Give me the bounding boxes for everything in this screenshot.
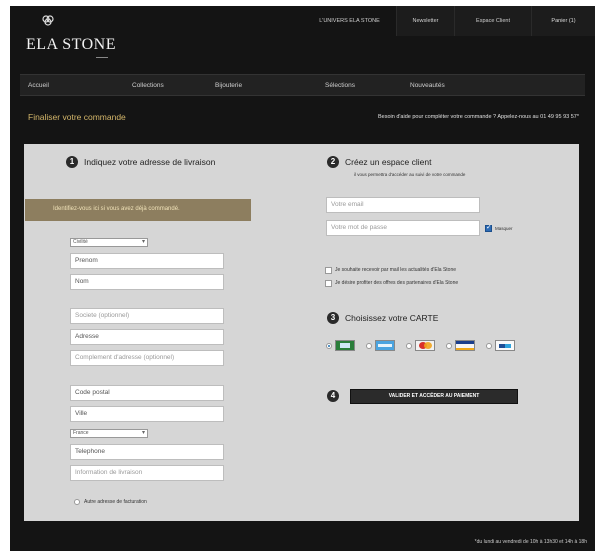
delivery-info-input[interactable]: Information de livraison xyxy=(70,465,224,481)
card-radio-cb[interactable] xyxy=(326,343,332,349)
country-select[interactable]: France xyxy=(70,429,148,438)
step-4-badge: 4 xyxy=(327,390,339,402)
section-2-subtitle: il vous permettra d'accéder au suivi de … xyxy=(354,172,466,177)
password-input[interactable]: Votre mot de passe xyxy=(326,220,480,236)
step-2-badge: 2 xyxy=(327,156,339,168)
card-radio-visa[interactable] xyxy=(446,343,452,349)
company-input[interactable]: Societe (optionnel) xyxy=(70,308,224,324)
nav-selections[interactable]: Sélections xyxy=(325,75,355,97)
identify-bar[interactable]: Identifiez-vous ici si vous avez déjà co… xyxy=(25,199,251,221)
newsletter-checkbox[interactable] xyxy=(325,267,332,274)
step-1-badge: 1 xyxy=(66,156,78,168)
address-input[interactable]: Adresse xyxy=(70,329,224,345)
step-3-badge: 3 xyxy=(327,312,339,324)
cb-card-icon[interactable] xyxy=(335,340,355,351)
top-navigation: L'UNIVERS ELA STONE Newsletter Espace Cl… xyxy=(303,6,595,36)
section-1-title: Indiquez votre adresse de livraison xyxy=(84,157,216,167)
mask-password-checkbox[interactable] xyxy=(485,223,492,232)
main-navigation: Accueil Collections Bijouterie Sélection… xyxy=(20,74,585,96)
identify-link[interactable]: Identifiez-vous ici si vous avez déjà co… xyxy=(53,206,180,212)
visa-card-icon[interactable] xyxy=(455,340,475,351)
topnav-panier[interactable]: Panier (1) xyxy=(531,6,595,36)
page: ELA STONE L'UNIVERS ELA STONE Newsletter… xyxy=(10,6,595,551)
civility-select[interactable]: Civilité xyxy=(70,238,148,247)
other-billing-radio[interactable] xyxy=(74,499,80,505)
card-radio-amex[interactable] xyxy=(366,343,372,349)
validate-payment-button[interactable]: VALIDER ET ACCÉDER AU PAIEMENT xyxy=(350,389,518,404)
page-title: Finaliser votre commande xyxy=(28,112,126,122)
newsletter-label: Je souhaite recevoir par mail les actual… xyxy=(335,267,457,273)
partners-label: Je désire profiter des offres des parten… xyxy=(335,280,459,286)
mastercard-card-icon[interactable] xyxy=(415,340,435,351)
postal-code-input[interactable]: Code postal xyxy=(70,385,224,401)
logo-emblem-icon xyxy=(42,15,54,26)
section-2-title: Créez un espace client xyxy=(345,157,432,167)
nav-bijouterie[interactable]: Bijouterie xyxy=(215,75,242,97)
nav-nouveautes[interactable]: Nouveautés xyxy=(410,75,445,97)
footer-note: *du lundi au vendredi de 10h à 13h30 et … xyxy=(474,539,587,545)
topnav-newsletter[interactable]: Newsletter xyxy=(396,6,454,36)
help-text: Besoin d'aide pour compléter votre comma… xyxy=(377,114,579,120)
topnav-univers[interactable]: L'UNIVERS ELA STONE xyxy=(303,6,396,36)
lastname-input[interactable]: Nom xyxy=(70,274,224,290)
logo-text: ELA STONE xyxy=(26,36,116,53)
amex-card-icon[interactable] xyxy=(375,340,395,351)
topnav-espace-client[interactable]: Espace Client xyxy=(454,6,531,36)
firstname-input[interactable]: Prenom xyxy=(70,253,224,269)
address-complement-input[interactable]: Complement d'adresse (optionnel) xyxy=(70,350,224,366)
nav-collections[interactable]: Collections xyxy=(132,75,164,97)
partners-checkbox[interactable] xyxy=(325,280,332,287)
phone-input[interactable]: Telephone xyxy=(70,444,224,460)
nav-accueil[interactable]: Accueil xyxy=(28,75,49,97)
card-radio-paypal[interactable] xyxy=(486,343,492,349)
mask-password-label: Masquer xyxy=(495,226,513,231)
title-bar: Finaliser votre commande Besoin d'aide p… xyxy=(20,106,585,130)
other-billing-label: Autre adresse de facturation xyxy=(84,499,147,505)
card-radio-mastercard[interactable] xyxy=(406,343,412,349)
logo[interactable]: ELA STONE xyxy=(24,12,144,72)
section-3-title: Choisissez votre CARTE xyxy=(345,313,439,323)
logo-underline xyxy=(96,57,108,58)
paypal-card-icon[interactable] xyxy=(495,340,515,351)
city-input[interactable]: Ville xyxy=(70,406,224,422)
checkout-panel: 1 Indiquez votre adresse de livraison Id… xyxy=(24,144,579,521)
email-input[interactable]: Votre email xyxy=(326,197,480,213)
